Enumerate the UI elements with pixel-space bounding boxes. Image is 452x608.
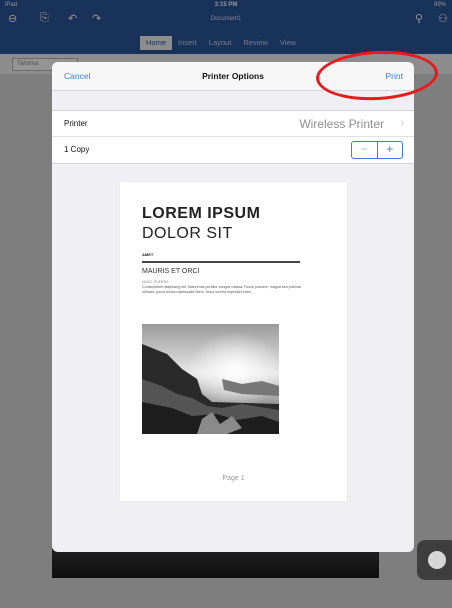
preview-title-line1: LOREM IPSUM [142, 205, 261, 222]
preview-body-text: Consectetuer adipiscing elit. Maecenas p… [142, 285, 302, 294]
preview-amet: AMET [142, 252, 154, 257]
preview-divider [142, 261, 300, 263]
printer-label: Printer [64, 119, 88, 128]
copies-stepper: − + [351, 141, 403, 159]
preview-heading: MAURIS ET ORCI [142, 268, 200, 275]
copies-label: 1 Copy [64, 145, 90, 154]
decrement-button[interactable]: − [352, 142, 378, 158]
preview-page-number: Page 1 [222, 475, 245, 482]
dialog-title: Printer Options [202, 71, 264, 81]
copies-row: 1 Copy − + [52, 136, 414, 164]
dialog-nav-bar: Cancel Printer Options Print [52, 62, 414, 91]
preview-subheading: NUNC VIVERRA [142, 280, 169, 284]
printer-value: Wireless Printer [299, 117, 384, 131]
preview-title-line2: DOLOR SIT [142, 225, 233, 242]
print-button[interactable]: Print [386, 71, 403, 81]
increment-button[interactable]: + [378, 142, 403, 158]
preview-photo [142, 324, 279, 434]
assistive-touch-button[interactable] [417, 540, 452, 580]
printer-options-dialog: Cancel Printer Options Print Printer Wir… [52, 62, 414, 552]
chevron-right-icon: › [400, 117, 404, 129]
printer-row[interactable]: Printer Wireless Printer › [52, 110, 414, 137]
print-preview-page: LOREM IPSUM DOLOR SIT AMET MAURIS ET ORC… [120, 182, 347, 501]
